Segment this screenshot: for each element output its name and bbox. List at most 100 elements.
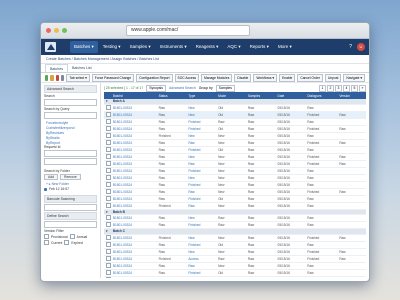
table-row[interactable]: B1501-00324 Raw Finished Old Raw 05/15/16 Raw [104, 195, 366, 203]
row-select-cell[interactable] [104, 269, 111, 277]
advanced-search-link[interactable]: Advanced Search [169, 86, 196, 90]
define-search-input[interactable] [44, 221, 97, 228]
table-row[interactable]: B1501-00324 Raw New New Raw 05/15/16 Finished R… [104, 248, 366, 256]
new-folder-link[interactable]: + ▸ New Folder [44, 181, 97, 186]
nav-item[interactable]: Samples ▾ [126, 41, 155, 53]
row-select-cell[interactable] [104, 221, 111, 230]
group-by-select[interactable]: Samples [215, 84, 235, 92]
toolbar-button[interactable]: Cancel Order [297, 73, 323, 82]
query-input[interactable] [44, 112, 97, 119]
toolbar-button[interactable]: Enable [279, 73, 296, 82]
table-row[interactable]: B1501-00324 Raw Finished Old Raw 05/15/16 Raw [104, 146, 366, 154]
row-select-cell[interactable] [104, 262, 111, 270]
define-search-header[interactable]: Define Search [44, 212, 97, 220]
table-row[interactable]: B1501-00324 Finished New New Raw 05/15/16 Fini… [104, 234, 366, 242]
column-header[interactable]: Dialogues [305, 92, 338, 99]
table-cell[interactable]: B1501-00324 [110, 153, 157, 161]
table-row[interactable]: B1501-00324 Raw Raw New Raw 05/15/16 Finished R… [104, 188, 366, 196]
row-select-cell[interactable] [104, 132, 111, 140]
row-checkbox[interactable] [106, 202, 111, 208]
select-all-column[interactable] [104, 92, 111, 99]
table-cell[interactable]: B1501-00324 [110, 111, 157, 119]
toolbar-button[interactable]: Navigate ▾ [343, 73, 365, 82]
row-select-cell[interactable] [104, 118, 111, 126]
request-id-input[interactable] [44, 150, 97, 157]
table-cell[interactable]: B1501-00324 [110, 174, 157, 182]
page-button[interactable]: 3 [335, 84, 342, 92]
page-button[interactable]: 1 [319, 84, 326, 92]
row-select-cell[interactable] [104, 125, 111, 133]
column-header[interactable]: Status [156, 92, 187, 99]
barcode-input[interactable] [44, 204, 97, 211]
table-cell[interactable]: B1501-00324 [110, 269, 157, 277]
table-cell[interactable]: B1501-00324 [110, 255, 157, 263]
table-row[interactable]: B1501-00324FinishedNewNewRaw05/15/16Raw [104, 132, 366, 140]
nav-item[interactable]: AQC ▾ [223, 41, 244, 53]
row-checkbox[interactable] [106, 181, 111, 187]
synopsis-dropdown[interactable]: Synopsis [146, 84, 166, 92]
row-checkbox[interactable] [106, 222, 111, 228]
filter-input[interactable] [44, 158, 97, 165]
column-header[interactable]: Date [275, 92, 306, 99]
row-select-cell[interactable] [104, 202, 111, 210]
toolbar-button[interactable]: Tab select ▾ [66, 73, 90, 82]
row-select-cell[interactable] [104, 139, 111, 147]
table-cell[interactable]: B1501-00324 [110, 167, 157, 175]
row-checkbox[interactable] [106, 255, 111, 261]
row-select-cell[interactable] [104, 234, 111, 242]
tab-batches-list[interactable]: Batches List [68, 64, 96, 72]
row-checkbox[interactable] [106, 269, 111, 275]
row-select-cell[interactable] [104, 174, 111, 182]
help-icon[interactable]: ? [349, 44, 352, 50]
toolbar-button[interactable]: Workflows ▾ [253, 73, 278, 82]
row-select-cell[interactable] [104, 146, 111, 154]
nav-item[interactable]: Instruments ▾ [156, 41, 191, 53]
table-cell[interactable]: B1501-00324 [110, 104, 157, 112]
row-checkbox[interactable] [106, 167, 111, 173]
add-icon[interactable] [45, 74, 49, 81]
table-row[interactable]: B1501-00324 Raw New Raw Raw 05/15/16 Raw [104, 214, 366, 223]
table-cell[interactable]: B1501-00324 [110, 160, 157, 168]
table-cell[interactable]: B1501-00324 [110, 181, 157, 189]
column-header[interactable]: Type [186, 92, 217, 99]
edit-icon[interactable] [50, 74, 54, 81]
row-select-cell[interactable] [104, 153, 111, 161]
row-checkbox[interactable] [106, 174, 111, 180]
table-cell[interactable]: B1501-00324 [110, 241, 157, 249]
toolbar-button[interactable]: Configuration Report [136, 73, 173, 82]
table-cell[interactable]: B1501-00324 [110, 118, 157, 126]
row-checkbox[interactable] [106, 188, 111, 194]
table-cell[interactable]: B1501-00324 [110, 146, 157, 154]
page-button[interactable]: 5 [351, 84, 358, 92]
close-dot[interactable] [46, 28, 51, 33]
table-row[interactable]: B1501-00324 Raw New Old Raw 05/15/16 Finished R… [104, 111, 366, 119]
avatar[interactable]: U [357, 43, 365, 51]
table-row[interactable]: B1501-00324FinishedNewNewRaw05/15/16Raw [104, 276, 366, 278]
row-select-cell[interactable] [104, 104, 111, 112]
provisional-checkbox[interactable] [44, 234, 49, 239]
nav-item[interactable]: More ▾ [274, 41, 296, 53]
annual-checkbox[interactable] [69, 234, 75, 239]
row-select-cell[interactable] [104, 276, 111, 278]
column-header[interactable]: Mode [216, 92, 246, 99]
tab-batches[interactable]: Batches [45, 64, 68, 72]
minimize-dot[interactable] [54, 28, 59, 33]
app-logo-icon[interactable] [45, 42, 56, 52]
nav-item[interactable]: Testing ▾ [99, 41, 125, 53]
page-button[interactable]: 4 [343, 84, 350, 92]
nav-item[interactable]: Reagents ▾ [192, 41, 223, 53]
table-row[interactable]: B1501-00324 Raw Finished Old Raw 05/15/16 Raw [104, 241, 366, 249]
table-row[interactable]: B1501-00324 Raw New New Raw 05/15/16 Raw [104, 174, 366, 182]
print-icon[interactable] [61, 74, 65, 81]
row-checkbox[interactable] [106, 153, 111, 159]
table-row[interactable]: B1501-00324 Raw New Old Raw 05/15/16 Raw [104, 104, 366, 112]
table-row[interactable]: B1501-00324 Raw Raw New Raw 05/15/16 Finished R… [104, 160, 366, 168]
table-cell[interactable]: B1501-00324 [110, 262, 157, 270]
page-button[interactable]: » [359, 84, 366, 92]
table-cell[interactable]: B1501-00324 [110, 234, 157, 242]
table-cell[interactable]: B1501-00324 [110, 248, 157, 256]
row-checkbox[interactable] [106, 234, 111, 240]
row-checkbox[interactable] [106, 241, 111, 247]
table-row[interactable]: B1501-00324 Raw Raw New Raw 05/15/16 Raw [104, 262, 366, 270]
row-select-cell[interactable] [104, 111, 111, 119]
